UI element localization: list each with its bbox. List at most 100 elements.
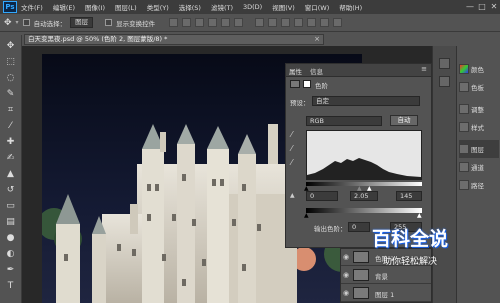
eye-icon[interactable]: ◉: [343, 289, 351, 297]
dodge-tool-icon[interactable]: ◐: [5, 249, 16, 259]
align-center-icon[interactable]: [221, 18, 231, 27]
input-gamma-field[interactable]: 2.05: [350, 191, 378, 201]
tool-preset-chevron-icon[interactable]: ▾: [16, 19, 19, 26]
menu-bar: Ps 文件(F) 编辑(E) 图像(I) 图层(L) 类型(Y) 选择(S) 滤…: [0, 0, 500, 14]
properties-panel: 属性 信息 ≡ 色阶 预设： 自定 RGB 自动 ⁄ ⁄ ⁄ ▲ ▲ ▲ ▲ 0…: [285, 63, 432, 248]
levels-icon: [290, 80, 300, 88]
quick-select-tool-icon[interactable]: ✎: [5, 89, 16, 99]
histogram: [306, 130, 422, 180]
panel-paths[interactable]: 路径: [459, 176, 499, 194]
crop-tool-icon[interactable]: ⌗: [5, 105, 16, 115]
menu-window[interactable]: 窗口(W): [305, 2, 330, 12]
document-tab[interactable]: 白天变黑夜.psd @ 50% (色阶 2, 图层蒙版/8) * ×: [24, 34, 324, 45]
histogram-graph: [307, 158, 421, 179]
output-black-slider[interactable]: ▲: [304, 212, 309, 219]
panel-swatches[interactable]: 色板: [459, 78, 499, 96]
panel-label: 色板: [471, 84, 484, 92]
styles-icon: [459, 122, 469, 132]
panel-adjustments[interactable]: 调整: [459, 100, 499, 118]
preset-dropdown[interactable]: 自定: [312, 96, 420, 106]
auto-select-checkbox[interactable]: [22, 19, 30, 26]
panel-styles[interactable]: 样式: [459, 118, 499, 136]
input-white-field[interactable]: 145: [396, 191, 422, 201]
properties-icon[interactable]: [439, 76, 450, 87]
auto-button[interactable]: 自动: [390, 115, 418, 126]
lasso-tool-icon[interactable]: ◌: [5, 73, 16, 83]
brush-tool-icon[interactable]: ✍: [5, 153, 16, 163]
tab-info[interactable]: 信息: [310, 66, 323, 76]
panel-menu-icon[interactable]: ≡: [421, 65, 427, 73]
eraser-tool-icon[interactable]: ▭: [5, 201, 16, 211]
close-window-button[interactable]: ✕: [488, 2, 500, 12]
channel-dropdown[interactable]: RGB: [306, 116, 382, 126]
align-left-icon[interactable]: [208, 18, 218, 27]
show-transform-checkbox[interactable]: [105, 19, 113, 26]
input-black-field[interactable]: 0: [306, 191, 338, 201]
tools-panel: ✥ ⬚ ◌ ✎ ⌗ ⁄ ✚ ✍ ▲ ↺ ▭ ▤ ● ◐ ✒ T: [0, 35, 22, 303]
maximize-button[interactable]: □: [476, 2, 488, 12]
stamp-tool-icon[interactable]: ▲: [5, 169, 16, 179]
channels-icon: [459, 162, 469, 172]
blur-tool-icon[interactable]: ●: [5, 233, 16, 243]
distribute-left-icon[interactable]: [294, 18, 304, 27]
healing-tool-icon[interactable]: ✚: [5, 137, 16, 147]
options-bar: ✥ ▾ 自动选择： 图层 显示变换控件: [0, 14, 500, 32]
clip-warning-icon[interactable]: ▲: [290, 192, 295, 199]
menu-type[interactable]: 类型(Y): [147, 2, 169, 12]
show-transform-label: 显示变换控件: [116, 19, 156, 28]
menu-image[interactable]: 图像(I): [85, 2, 105, 12]
watermark: 百科全说 助你轻松解决: [355, 224, 465, 284]
move-tool-icon[interactable]: ✥: [5, 41, 16, 51]
marquee-tool-icon[interactable]: ⬚: [5, 57, 16, 67]
distribute-right-icon[interactable]: [320, 18, 330, 27]
tab-properties[interactable]: 属性: [289, 66, 302, 76]
gradient-tool-icon[interactable]: ▤: [5, 217, 16, 227]
input-gradient-bar: [306, 182, 422, 186]
document-title: 白天变黑夜.psd @ 50% (色阶 2, 图层蒙版/8) *: [28, 35, 168, 43]
eyedropper-tool-icon[interactable]: ⁄: [5, 121, 16, 131]
align-right-icon[interactable]: [234, 18, 244, 27]
output-gradient-bar: [306, 208, 422, 213]
adjustments-icon: [459, 104, 469, 114]
watermark-subtitle: 助你轻松解决: [382, 257, 437, 267]
pen-tool-icon[interactable]: ✒: [5, 265, 16, 275]
black-eyedropper-icon[interactable]: ⁄: [291, 130, 292, 139]
auto-select-dropdown[interactable]: 图层: [70, 17, 94, 28]
minimize-button[interactable]: —: [464, 2, 476, 12]
eye-icon[interactable]: ◉: [343, 271, 351, 279]
panel-label: 图层: [471, 146, 484, 154]
menu-view[interactable]: 视图(V): [272, 2, 295, 12]
distribute-center-icon[interactable]: [307, 18, 317, 27]
layer-row[interactable]: ◉ 图层 1: [341, 285, 431, 302]
menu-edit[interactable]: 编辑(E): [53, 2, 75, 12]
auto-select-label: 自动选择：: [33, 19, 67, 28]
distribute-bottom-icon[interactable]: [281, 18, 291, 27]
move-tool-icon[interactable]: ✥: [4, 18, 12, 28]
close-document-icon[interactable]: ×: [311, 35, 320, 44]
type-tool-icon[interactable]: T: [5, 281, 16, 291]
menu-select[interactable]: 选择(S): [179, 2, 201, 12]
eye-icon[interactable]: ◉: [343, 253, 351, 261]
panel-label: 样式: [471, 124, 484, 132]
panel-layers[interactable]: 图层: [459, 140, 499, 158]
align-top-icon[interactable]: [169, 18, 179, 27]
gray-eyedropper-icon[interactable]: ⁄: [291, 144, 292, 153]
menu-help[interactable]: 帮助(H): [339, 2, 362, 12]
distribute-top-icon[interactable]: [255, 18, 265, 27]
menu-filter[interactable]: 滤镜(T): [211, 2, 233, 12]
align-bottom-icon[interactable]: [195, 18, 205, 27]
output-white-slider[interactable]: ▲: [417, 212, 422, 219]
menu-file[interactable]: 文件(F): [21, 2, 43, 12]
output-levels-label: 输出色阶：: [314, 225, 347, 233]
distribute-middle-icon[interactable]: [268, 18, 278, 27]
menu-layer[interactable]: 图层(L): [115, 2, 137, 12]
panel-channels[interactable]: 通道: [459, 158, 499, 176]
menu-3d[interactable]: 3D(D): [243, 3, 262, 11]
align-middle-icon[interactable]: [182, 18, 192, 27]
auto-align-icon[interactable]: [333, 18, 343, 27]
history-icon[interactable]: [439, 58, 450, 69]
panel-color[interactable]: 颜色: [459, 60, 499, 78]
white-eyedropper-icon[interactable]: ⁄: [291, 158, 292, 167]
history-brush-tool-icon[interactable]: ↺: [5, 185, 16, 195]
mask-icon[interactable]: [303, 80, 311, 88]
